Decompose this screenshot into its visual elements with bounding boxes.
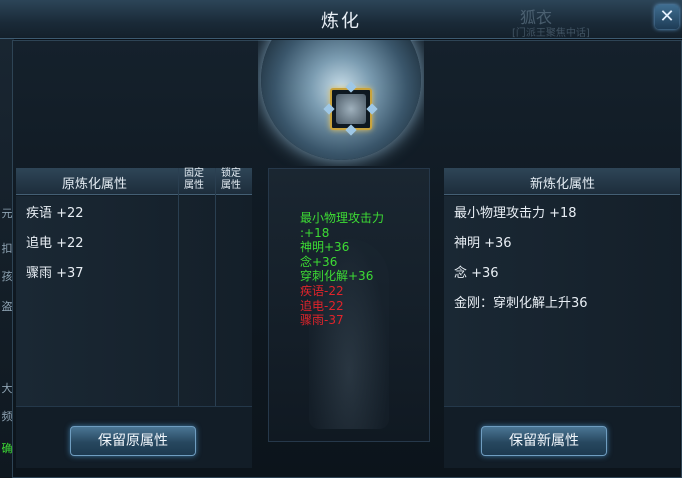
original-attr-text: 骤雨 +37 <box>26 266 84 281</box>
new-attr-text: 最小物理攻击力 +18 <box>454 206 577 221</box>
fixed-attr-header: 固定 属性 <box>184 168 204 191</box>
new-attr-text: 神明 +36 <box>454 236 512 251</box>
gain-line: 神明+36 <box>300 240 350 255</box>
original-header-label: 原炼化属性 <box>62 177 128 192</box>
gain-line: 最小物理攻击力 <box>300 211 385 225</box>
column-divider <box>178 168 179 406</box>
new-header-label: 新炼化属性 <box>530 177 596 192</box>
window-title: 炼化 <box>321 11 361 32</box>
loss-line: 疾语-22 <box>300 283 344 298</box>
new-attr-text: 金刚：穿刺化解上升36 <box>454 296 588 311</box>
title-bar[interactable]: 狐衣 [门派王聚焦中话] 炼化 ✕ <box>0 0 682 39</box>
loss-line: 骤雨-37 <box>300 313 344 328</box>
original-attr-text: 追电 +22 <box>26 236 84 251</box>
new-row <box>444 316 680 347</box>
original-row <box>16 346 252 377</box>
original-row: 骤雨 +37 <box>16 256 252 287</box>
original-row <box>16 286 252 317</box>
gain-line: 穿刺化解+36 <box>300 269 374 284</box>
new-row: 念 +36 <box>444 256 680 287</box>
original-row: 疾语 +22 <box>16 196 252 227</box>
new-row: 最小物理攻击力 +18 <box>444 196 680 227</box>
original-row <box>16 376 252 407</box>
item-slot[interactable] <box>323 81 378 136</box>
new-row: 神明 +36 <box>444 226 680 257</box>
new-header: 新炼化属性 <box>444 168 680 195</box>
attribute-diff: 最小物理攻击力 :+18 神明+36 念+36 穿刺化解+36 疾语-22 追电… <box>300 211 384 328</box>
keep-original-button[interactable]: 保留原属性 <box>70 426 196 456</box>
lock-attr-header: 锁定 属性 <box>221 168 241 191</box>
original-row: 追电 +22 <box>16 226 252 257</box>
column-divider <box>215 168 216 406</box>
new-attr-text: 念 +36 <box>454 266 499 281</box>
new-attributes-panel: 新炼化属性 最小物理攻击力 +18 神明 +36 念 +36 金刚：穿刺化解上升… <box>444 168 680 468</box>
gain-line: 念+36 <box>300 254 338 269</box>
new-row <box>444 376 680 407</box>
original-row <box>16 316 252 347</box>
close-button[interactable]: ✕ <box>655 5 679 29</box>
equipment-icon <box>336 94 366 124</box>
loss-line: 追电-22 <box>300 298 344 313</box>
new-row <box>444 346 680 377</box>
original-attributes-panel: 原炼化属性 固定 属性 锁定 属性 疾语 +22 追电 +22 骤雨 +37 <box>16 168 252 468</box>
close-icon: ✕ <box>659 6 675 27</box>
gain-line: :+18 <box>300 225 330 240</box>
new-row: 金刚：穿刺化解上升36 <box>444 286 680 317</box>
original-header: 原炼化属性 固定 属性 锁定 属性 <box>16 168 252 195</box>
original-attr-text: 疾语 +22 <box>26 206 84 221</box>
keep-new-button[interactable]: 保留新属性 <box>481 426 607 456</box>
